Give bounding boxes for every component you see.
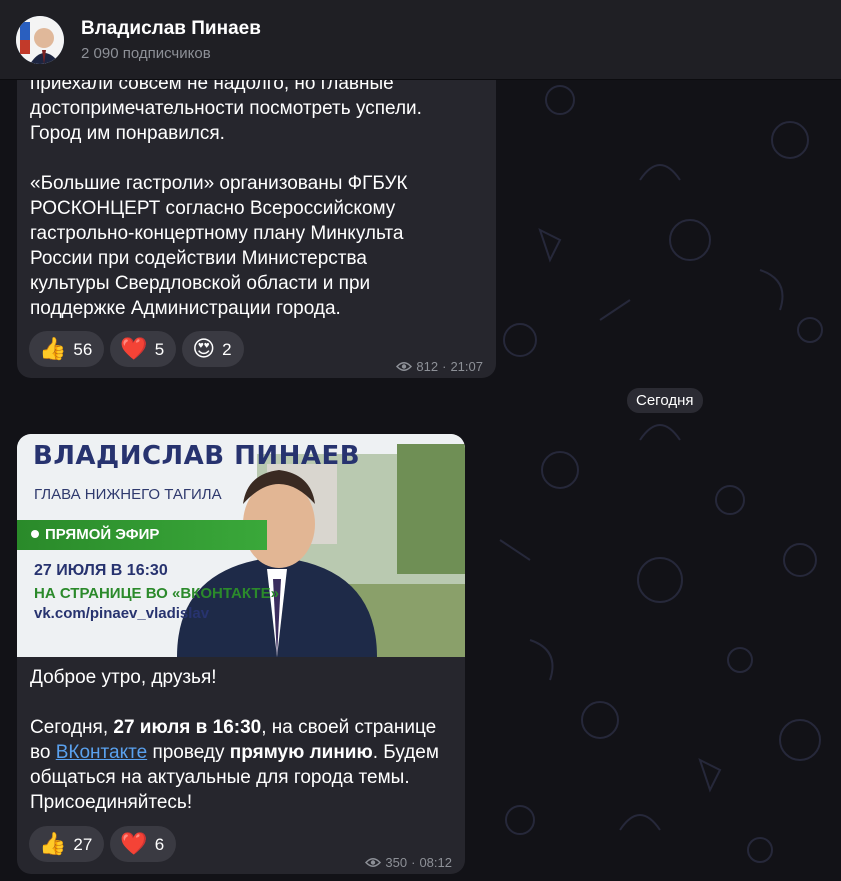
- reaction-count: 2: [222, 339, 232, 359]
- channel-avatar[interactable]: [16, 16, 64, 64]
- banner-date: 27 ИЮЛЯ В 16:30: [34, 562, 168, 579]
- time-separator: ·: [442, 359, 447, 374]
- message-meta: 812 · 21:07: [396, 354, 483, 378]
- vk-link[interactable]: ВКонтакте: [56, 742, 147, 763]
- heart-icon: ❤️: [120, 336, 148, 361]
- reactions-bar: 👍 56 ❤️ 5 😍 2: [29, 331, 244, 367]
- reaction-heart[interactable]: ❤️ 5: [110, 331, 177, 367]
- subscriber-count: 2 090 подписчиков: [81, 45, 211, 62]
- banner-title: ВЛАДИСЛАВ ПИНАЕВ: [33, 441, 361, 471]
- eye-icon: [365, 858, 382, 867]
- reaction-heart-eyes[interactable]: 😍 2: [182, 331, 244, 367]
- reaction-count: 56: [73, 339, 93, 359]
- banner-url: vk.com/pinaev_vladislav: [34, 605, 210, 622]
- message-text: приехали совсем не надолго, но главные д…: [30, 73, 422, 319]
- date-separator: Сегодня: [627, 388, 703, 413]
- view-count: 812: [416, 359, 439, 374]
- message-meta: 350 · 08:12: [365, 850, 452, 874]
- message-time: 21:07: [450, 359, 483, 374]
- banner-subtitle: ГЛАВА НИЖНЕГО ТАГИЛА: [34, 486, 222, 503]
- message-text-line: общаться на актуальные для города темы.: [30, 767, 410, 788]
- heart-icon: ❤️: [120, 831, 148, 856]
- channel-title[interactable]: Владислав Пинаев: [81, 18, 261, 40]
- reaction-count: 6: [154, 834, 165, 854]
- reaction-count: 5: [154, 339, 165, 359]
- reaction-thumbs-up[interactable]: 👍 56: [29, 331, 105, 367]
- thumbs-up-icon: 👍: [39, 831, 67, 856]
- live-dot-icon: [31, 530, 39, 539]
- message-text-line: во ВКонтакте проведу прямую линию. Будем: [30, 742, 439, 763]
- reactions-bar: 👍 27 ❤️ 6: [29, 826, 177, 862]
- live-text: ПРЯМОЙ ЭФИР: [45, 526, 160, 543]
- view-count: 350: [385, 855, 408, 870]
- message-text-line: Сегодня, 27 июля в 16:30, на своей стран…: [30, 717, 437, 738]
- message-bubble: ВЛАДИСЛАВ ПИНАЕВ ГЛАВА НИЖНЕГО ТАГИЛА ПР…: [17, 434, 465, 874]
- reaction-count: 27: [73, 834, 93, 854]
- reaction-thumbs-up[interactable]: 👍 27: [29, 826, 105, 862]
- message-text-line: Присоединяйтесь!: [30, 792, 193, 813]
- post-image[interactable]: ВЛАДИСЛАВ ПИНАЕВ ГЛАВА НИЖНЕГО ТАГИЛА ПР…: [17, 434, 465, 657]
- message-time: 08:12: [419, 855, 452, 870]
- chat-header: Владислав Пинаев 2 090 подписчиков: [0, 0, 841, 80]
- banner-live-label: ПРЯМОЙ ЭФИР: [17, 520, 267, 550]
- greeting-text: Доброе утро, друзья!: [30, 667, 217, 688]
- heart-eyes-icon: 😍: [192, 336, 216, 361]
- thumbs-up-icon: 👍: [39, 336, 67, 361]
- message-bubble: приехали совсем не надолго, но главные д…: [17, 40, 496, 378]
- avatar-photo: [16, 16, 64, 64]
- eye-icon: [396, 362, 413, 371]
- time-separator: ·: [411, 855, 416, 870]
- reaction-heart[interactable]: ❤️ 6: [110, 826, 177, 862]
